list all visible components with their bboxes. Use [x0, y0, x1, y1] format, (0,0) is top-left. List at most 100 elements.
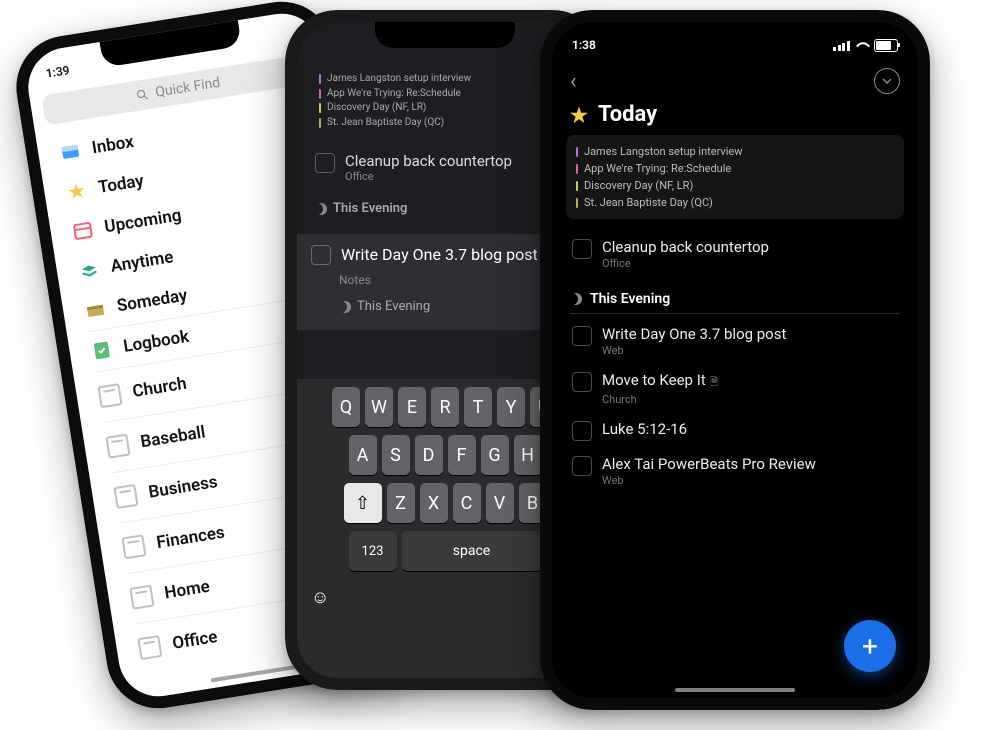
task-subtitle: Web: [602, 474, 816, 487]
key-y[interactable]: Y: [497, 387, 525, 427]
task-row[interactable]: Alex Tai PowerBeats Pro ReviewWeb: [552, 448, 918, 494]
key-g[interactable]: G: [481, 435, 509, 475]
edit-title[interactable]: Write Day One 3.7 blog post: [341, 245, 538, 264]
more-button[interactable]: [874, 68, 900, 94]
home-indicator: [675, 688, 795, 692]
moon-icon: [339, 301, 351, 313]
key-h[interactable]: H: [514, 435, 542, 475]
area-icon: [121, 534, 146, 559]
event-text: James Langston setup interview: [327, 72, 471, 87]
checkbox[interactable]: [311, 245, 331, 265]
add-button[interactable]: +: [844, 620, 896, 672]
checkbox[interactable]: [572, 372, 592, 392]
status-time: 1:38: [572, 38, 596, 52]
section-label: This Evening: [333, 201, 407, 216]
key-z[interactable]: Z: [387, 483, 415, 523]
event-text: St. Jean Baptiste Day (QC): [327, 116, 444, 131]
task-subtitle: Church: [602, 393, 718, 406]
project-label: Finances: [155, 523, 226, 553]
key-shift[interactable]: ⇧: [344, 483, 382, 523]
task-title: Cleanup back countertop: [602, 238, 769, 256]
drawer-icon: [84, 298, 107, 321]
task-row[interactable]: Move to Keep It 🗎 Church: [552, 364, 918, 413]
key-space[interactable]: space: [402, 531, 542, 571]
inbox-icon: [59, 140, 82, 163]
tag-label: This Evening: [357, 299, 430, 314]
moon-icon: [570, 293, 582, 305]
battery-icon: [874, 39, 898, 52]
task-subtitle: Office: [345, 170, 512, 183]
nav-label: Anytime: [109, 247, 174, 277]
event-text: App We're Trying: Re:Schedule: [327, 87, 461, 102]
page-title: ★ Today: [552, 96, 918, 135]
task-title: Cleanup back countertop: [345, 152, 512, 170]
checkbox[interactable]: [572, 326, 592, 346]
event-text: James Langston setup interview: [584, 143, 743, 160]
task-row[interactable]: Luke 5:12-16: [552, 413, 918, 448]
key-t[interactable]: T: [464, 387, 492, 427]
key-x[interactable]: X: [420, 483, 448, 523]
status-indicators: [833, 39, 898, 52]
search-icon: [135, 87, 151, 103]
nav-label: Upcoming: [103, 205, 183, 237]
task-title: Move to Keep It: [602, 371, 706, 389]
section-label: This Evening: [590, 291, 670, 307]
task-row[interactable]: Write Day One 3.7 blog postWeb: [552, 318, 918, 364]
nav-label: Today: [97, 171, 145, 198]
task-subtitle: Web: [602, 344, 786, 357]
star-icon: ★: [65, 180, 88, 203]
key-d[interactable]: D: [415, 435, 443, 475]
nav-label: Logbook: [122, 327, 191, 357]
project-label: Baseball: [139, 422, 207, 452]
checkbox[interactable]: [572, 421, 592, 441]
stack-icon: [78, 259, 101, 282]
key-s[interactable]: S: [382, 435, 410, 475]
event-text: App We're Trying: Re:Schedule: [584, 160, 731, 177]
task-title: Write Day One 3.7 blog post: [602, 325, 786, 343]
checkbox[interactable]: [572, 239, 592, 259]
key-q[interactable]: Q: [332, 387, 360, 427]
event-text: Discovery Day (NF, LR): [327, 101, 426, 116]
star-icon: ★: [570, 103, 588, 127]
all-day-events[interactable]: James Langston setup interview App We're…: [566, 135, 904, 219]
attachment-icon: 🗎: [708, 377, 719, 388]
project-label: Church: [131, 374, 188, 402]
project-label: Home: [163, 577, 211, 604]
key-r[interactable]: R: [431, 387, 459, 427]
checkbox[interactable]: [572, 456, 592, 476]
signal-icon: [833, 40, 850, 51]
event-text: St. Jean Baptiste Day (QC): [584, 194, 713, 211]
back-button[interactable]: ‹: [570, 69, 577, 94]
status-time: 1:39: [45, 63, 71, 81]
key-v[interactable]: V: [486, 483, 514, 523]
key-w[interactable]: W: [365, 387, 393, 427]
nav-label: Inbox: [91, 132, 136, 158]
moon-icon: [315, 203, 327, 215]
task-subtitle: Office: [602, 257, 769, 270]
section-this-evening: This Evening: [570, 291, 900, 314]
wifi-icon: [855, 40, 869, 51]
area-icon: [137, 635, 162, 660]
area-icon: [129, 585, 154, 610]
key-123[interactable]: 123: [349, 531, 397, 571]
search-placeholder: Quick Find: [154, 75, 221, 101]
task-title: Luke 5:12-16: [602, 420, 687, 438]
task-cleanup[interactable]: Cleanup back countertopOffice: [552, 231, 918, 277]
logbook-icon: [90, 339, 113, 362]
key-a[interactable]: A: [349, 435, 377, 475]
event-text: Discovery Day (NF, LR): [584, 177, 693, 194]
title-text: Today: [598, 102, 657, 127]
phone-dark-today: 1:38 ‹ ★ Today James Langston setup inter…: [540, 10, 930, 710]
area-icon: [113, 484, 138, 509]
nav-label: Someday: [116, 286, 189, 317]
key-e[interactable]: E: [398, 387, 426, 427]
checkbox[interactable]: [315, 153, 335, 173]
project-label: Office: [171, 627, 219, 654]
area-icon: [97, 383, 122, 408]
task-title: Alex Tai PowerBeats Pro Review: [602, 455, 816, 473]
key-c[interactable]: C: [453, 483, 481, 523]
key-f[interactable]: F: [448, 435, 476, 475]
area-icon: [105, 433, 130, 458]
calendar-icon: [71, 219, 94, 242]
project-label: Business: [147, 472, 219, 503]
